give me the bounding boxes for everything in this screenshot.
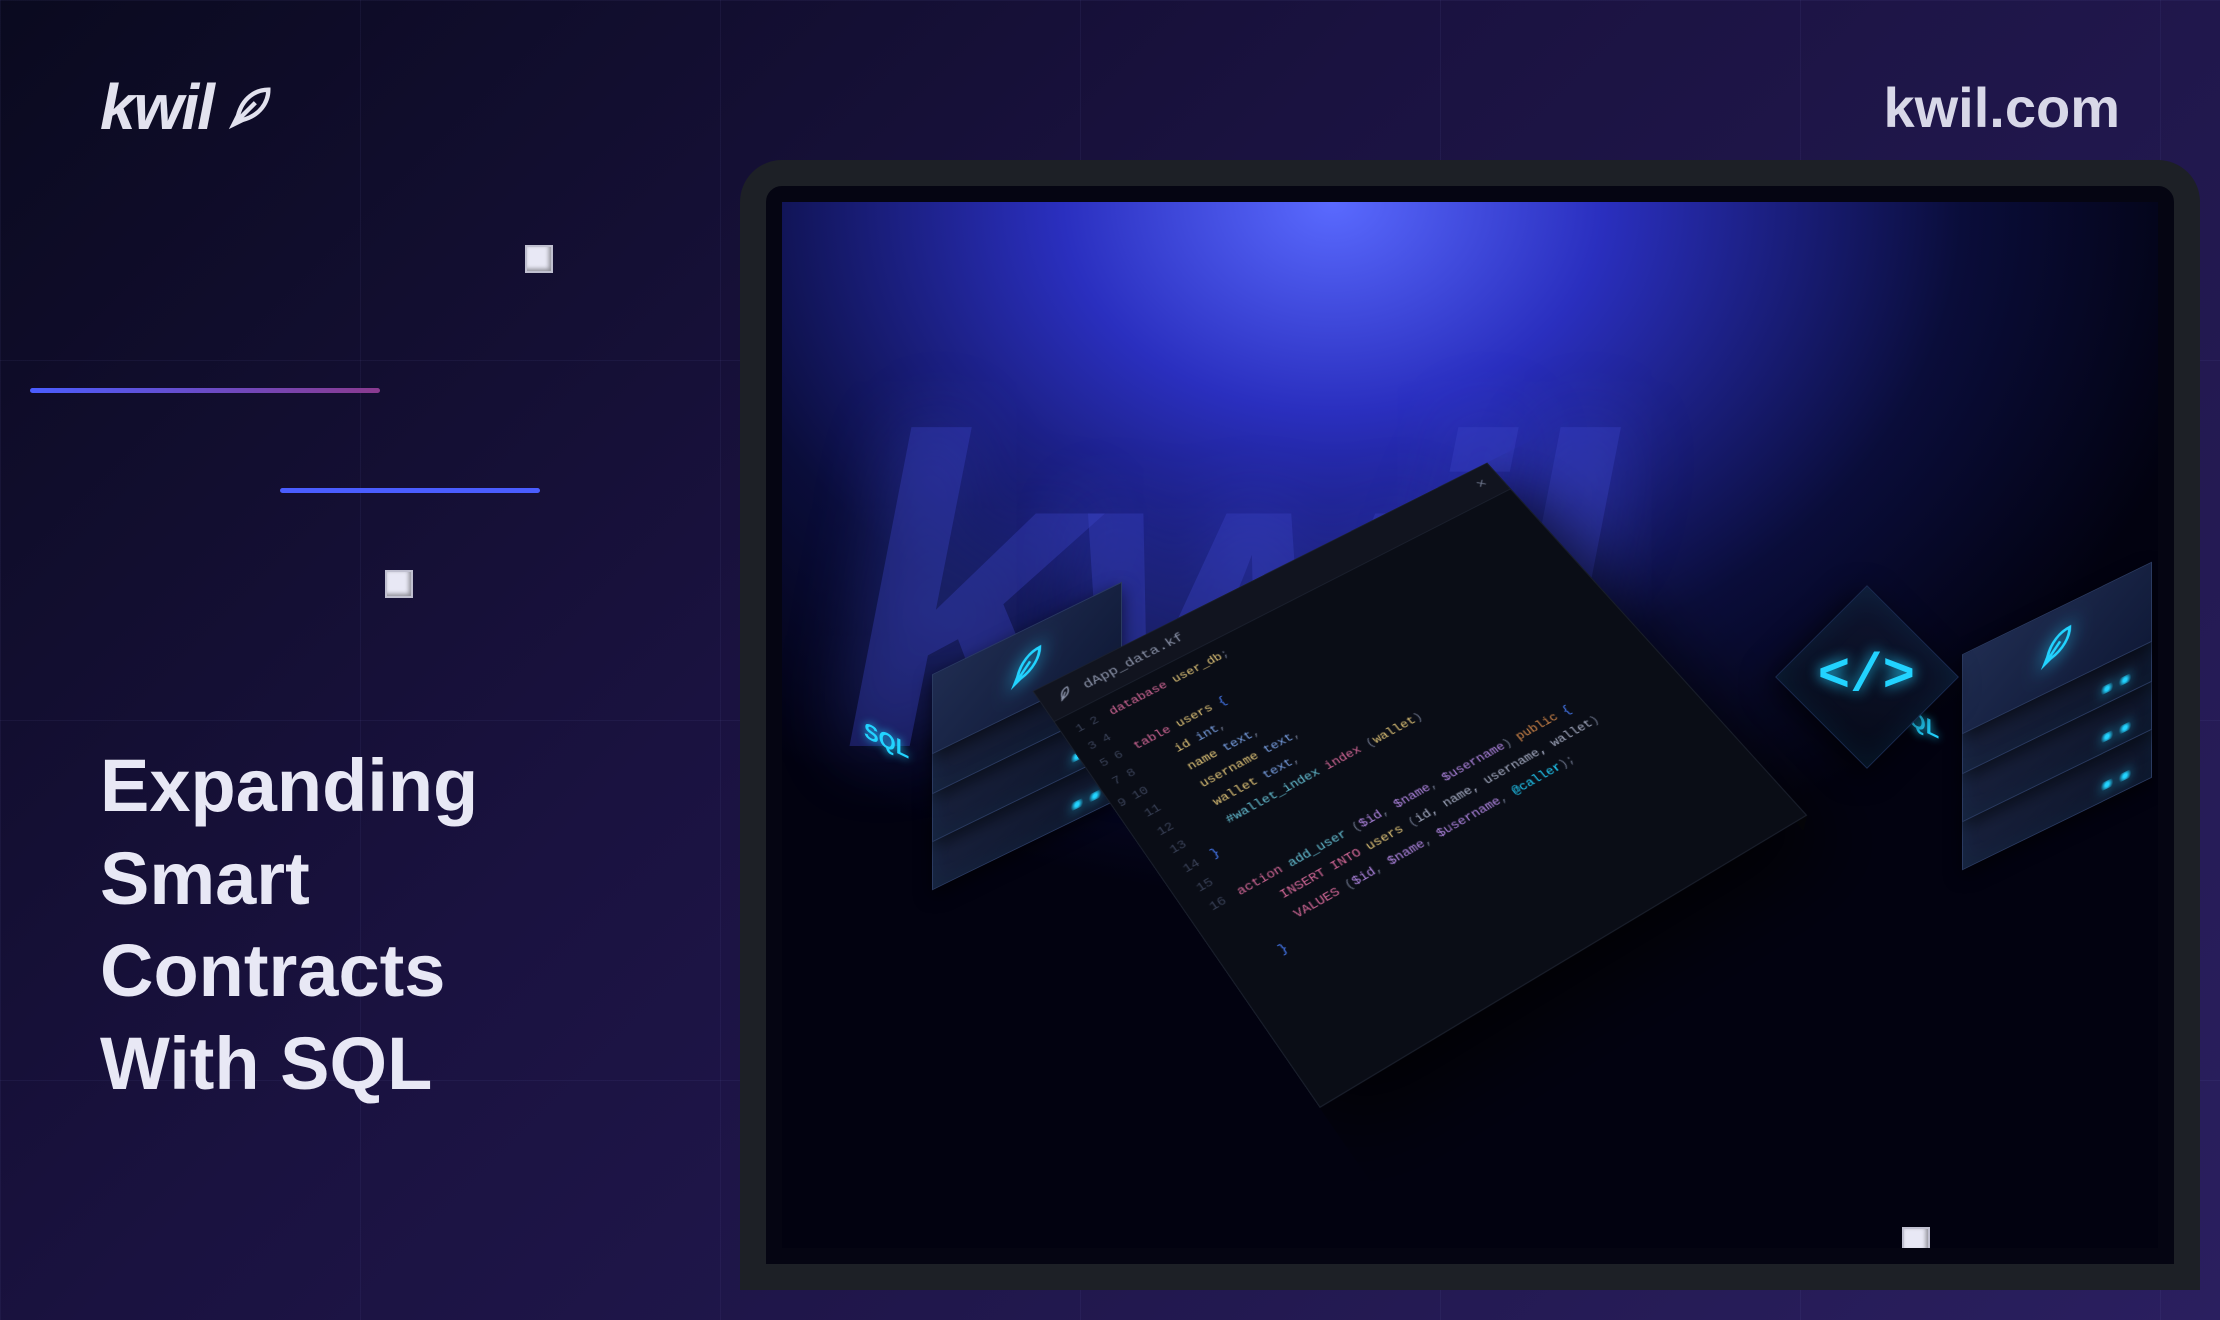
brand-logo: kwil — [100, 70, 277, 144]
headline-line: Contracts — [100, 925, 478, 1018]
laptop-screen: kwil SQL — [782, 202, 2158, 1248]
headline-line: Smart — [100, 833, 478, 926]
accent-line — [280, 488, 540, 493]
close-icon: × — [1473, 477, 1491, 493]
code-content: database user_db; table users { id int, … — [1105, 495, 1806, 1077]
database-stack-right: SQL — [1962, 672, 2152, 862]
isometric-scene: SQL SQL — [832, 452, 2132, 1248]
headline-line: Expanding — [100, 740, 478, 833]
decorative-square — [385, 570, 413, 598]
headline: Expanding Smart Contracts With SQL — [100, 740, 478, 1110]
code-editor-card: dApp_data.kf × 1 2 3 4 5 6 7 8 9 10 11 1… — [1032, 462, 1807, 1108]
sql-label: SQL — [864, 717, 934, 791]
editor-body: 1 2 3 4 5 6 7 8 9 10 11 12 13 14 15 16 d… — [1055, 489, 1806, 1106]
feather-icon — [2038, 617, 2076, 679]
feather-icon — [1053, 684, 1079, 707]
laptop-bezel: kwil SQL — [740, 160, 2200, 1290]
headline-line: With SQL — [100, 1018, 478, 1111]
brand-wordmark: kwil — [100, 70, 213, 144]
site-url: kwil.com — [1883, 75, 2120, 140]
feather-icon — [225, 81, 277, 133]
editor-face: dApp_data.kf × 1 2 3 4 5 6 7 8 9 10 11 1… — [1032, 462, 1807, 1108]
decorative-square — [525, 245, 553, 273]
code-tag-icon: </> — [1818, 647, 1915, 708]
accent-line — [30, 388, 380, 393]
laptop-illustration: kwil SQL — [740, 160, 2200, 1290]
top-bar: kwil kwil.com — [100, 70, 2120, 144]
